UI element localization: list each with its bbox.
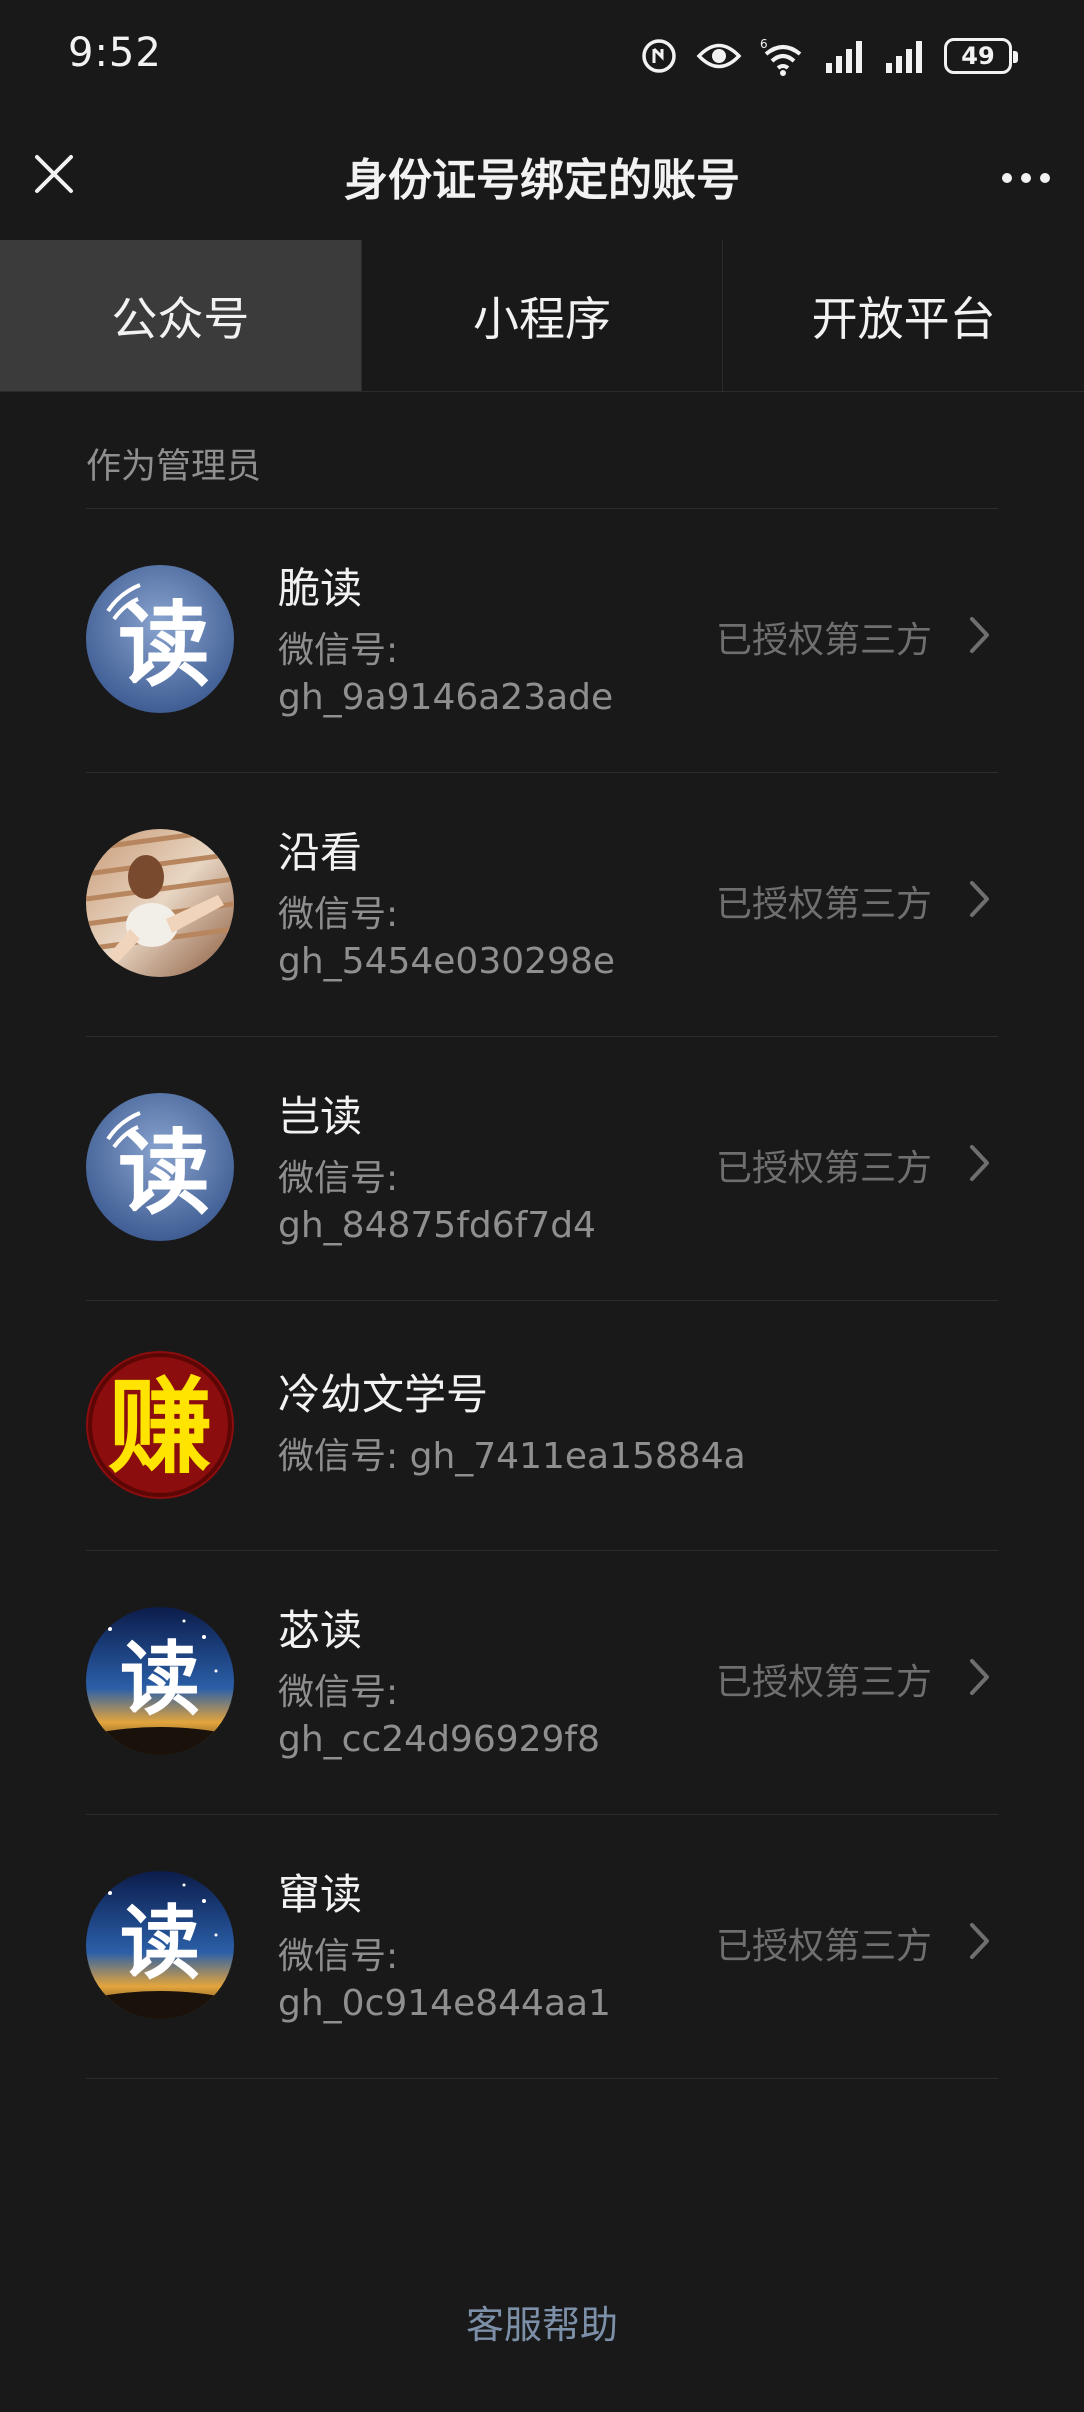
avatar: 读	[86, 565, 234, 713]
status-bar: 9:52 6 49	[0, 0, 1084, 112]
section-label-admin: 作为管理员	[86, 447, 262, 487]
status-icons: 6 49	[640, 34, 1018, 78]
battery-level: 49	[961, 42, 995, 70]
battery-icon: 49	[944, 38, 1018, 74]
page-title: 身份证号绑定的账号	[344, 155, 740, 206]
tab-official-account[interactable]: 公众号	[0, 240, 361, 391]
nav-bar: 身份证号绑定的账号	[0, 120, 1084, 232]
account-row[interactable]: 读 苾读 微信号: gh_cc24d96929f8 已授权第三方	[86, 1551, 998, 1815]
svg-text:赚: 赚	[108, 1365, 212, 1488]
avatar	[86, 829, 234, 977]
account-row[interactable]: 读 脆读 微信号: gh_9a9146a23ade 已授权第三方	[86, 509, 998, 773]
account-name: 窜读	[278, 1870, 363, 1919]
chevron-right-icon	[962, 1921, 998, 1961]
wechat-id-label: 微信号:	[278, 1158, 399, 1199]
wechat-id-value: gh_9a9146a23ade	[278, 677, 614, 718]
avatar: 读	[86, 1871, 234, 2019]
avatar: 赚	[86, 1351, 234, 1499]
auth-status: 已授权第三方	[715, 884, 932, 925]
wechat-id-value: gh_5454e030298e	[278, 941, 616, 982]
wechat-id-label: 微信号:	[278, 1936, 399, 1977]
account-name: 脆读	[278, 564, 363, 613]
wechat-id-value: gh_7411ea15884a	[409, 1436, 746, 1477]
account-row[interactable]: 赚 冷幼文学号 微信号: gh_7411ea15884a	[86, 1301, 998, 1551]
auth-status: 已授权第三方	[715, 620, 932, 661]
wechat-id-label: 微信号:	[278, 894, 399, 935]
eye-icon	[696, 39, 742, 73]
wechat-id-value: gh_84875fd6f7d4	[278, 1205, 596, 1246]
chevron-right-icon	[962, 879, 998, 919]
more-horizontal-icon-dot	[1040, 173, 1050, 183]
svg-text:读: 读	[118, 591, 210, 699]
wechat-id-value: gh_0c914e844aa1	[278, 1983, 611, 2024]
wechat-id-label: 微信号:	[278, 1672, 399, 1713]
account-row[interactable]: 沿看 微信号: gh_5454e030298e 已授权第三方	[86, 773, 998, 1037]
account-name: 岂读	[278, 1092, 363, 1141]
account-row[interactable]: 读 窜读 微信号: gh_0c914e844aa1 已授权第三方	[86, 1815, 998, 2079]
more-horizontal-icon-dot	[1002, 173, 1012, 183]
chevron-right-icon	[962, 1657, 998, 1697]
more-horizontal-icon-dot	[1021, 173, 1031, 183]
svg-text:6: 6	[760, 37, 768, 51]
wechat-id-inline: 微信号: gh_7411ea15884a	[278, 1427, 746, 1479]
wechat-id-label: 微信号:	[278, 630, 399, 671]
auth-status: 已授权第三方	[715, 1926, 932, 1967]
page: 9:52 6 49 身份证号绑定的账号 公众号 小程序 开放平台 作为管理员 读…	[0, 0, 1084, 2412]
chevron-right-icon	[962, 615, 998, 655]
account-name: 沿看	[278, 828, 363, 877]
signal-1-icon	[824, 39, 866, 73]
chevron-right-icon	[962, 1143, 998, 1183]
svg-text:读: 读	[118, 1119, 210, 1227]
account-name: 冷幼文学号	[278, 1370, 489, 1419]
wechat-id-value: gh_cc24d96929f8	[278, 1719, 601, 1760]
account-row[interactable]: 读 岂读 微信号: gh_84875fd6f7d4 已授权第三方	[86, 1037, 998, 1301]
account-type-tabs: 公众号 小程序 开放平台	[0, 240, 1084, 392]
account-list: 读 脆读 微信号: gh_9a9146a23ade 已授权第三方 沿看 微信号:…	[86, 508, 998, 2079]
data-saver-icon	[640, 37, 678, 75]
more-button[interactable]	[996, 150, 1056, 206]
wifi-icon: 6	[760, 36, 806, 76]
signal-2-icon	[884, 39, 926, 73]
wechat-id-label: 微信号:	[278, 1436, 399, 1477]
tab-mini-program[interactable]: 小程序	[360, 240, 723, 391]
status-time: 9:52	[68, 30, 162, 76]
avatar: 读	[86, 1093, 234, 1241]
avatar: 读	[86, 1607, 234, 1755]
svg-text:读: 读	[120, 1632, 200, 1726]
svg-text:读: 读	[120, 1896, 200, 1990]
auth-status: 已授权第三方	[715, 1662, 932, 1703]
tab-open-platform[interactable]: 开放平台	[722, 240, 1084, 391]
auth-status: 已授权第三方	[715, 1148, 932, 1189]
account-name: 苾读	[278, 1606, 363, 1655]
customer-service-help-link[interactable]: 客服帮助	[0, 2294, 1084, 2349]
